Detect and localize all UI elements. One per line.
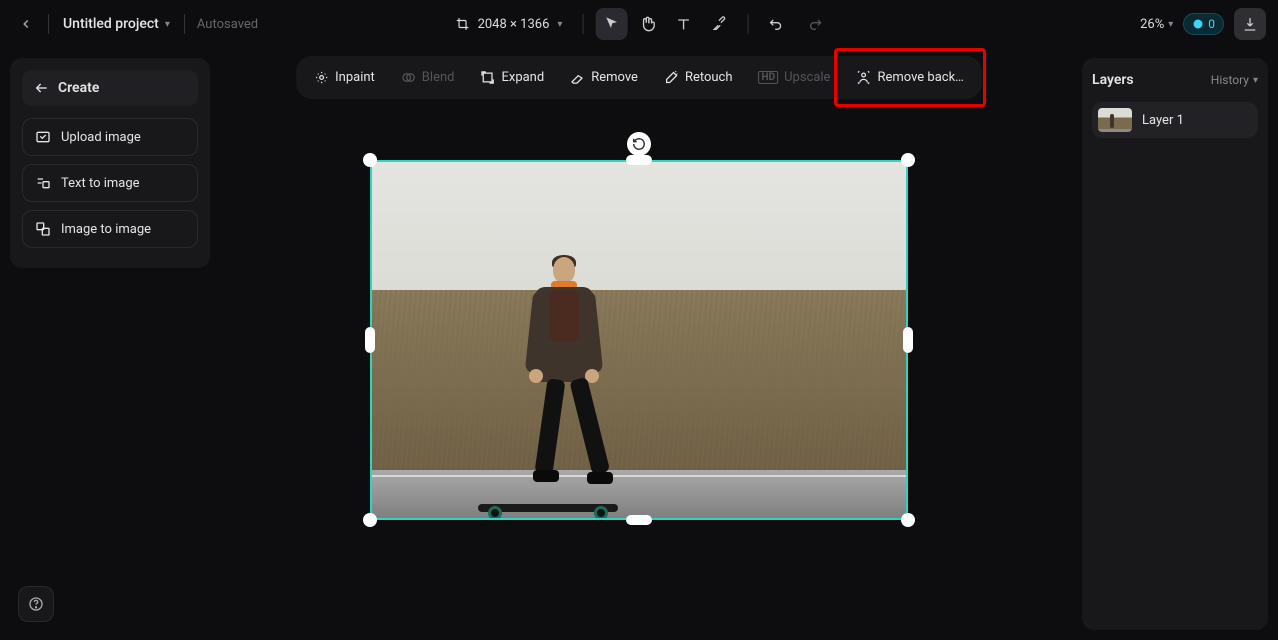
chevron-down-icon: ▾ xyxy=(1253,75,1258,86)
canvas-dimensions[interactable]: 2048 × 1366 ▾ xyxy=(448,13,571,36)
download-button[interactable] xyxy=(1234,8,1266,40)
help-icon xyxy=(28,596,44,612)
top-bar: Untitled project ▾ Autosaved 2048 × 1366… xyxy=(0,0,1278,48)
topbar-right: 26% ▾ 0 xyxy=(1140,8,1266,40)
upload-image-button[interactable]: Upload image xyxy=(22,118,198,156)
rotate-icon xyxy=(632,137,646,151)
credits-count: 0 xyxy=(1208,17,1215,31)
download-icon xyxy=(1242,16,1258,32)
zoom-value: 26% xyxy=(1140,17,1164,32)
remove-bg-icon xyxy=(856,70,871,85)
text-tool[interactable] xyxy=(667,8,699,40)
canvas-selection[interactable] xyxy=(370,160,908,520)
inpaint-icon xyxy=(314,70,329,85)
eyedropper-tool[interactable] xyxy=(703,8,735,40)
resize-handle-left[interactable] xyxy=(365,327,375,353)
project-name[interactable]: Untitled project ▾ xyxy=(57,12,176,36)
resize-handle-br[interactable] xyxy=(901,513,915,527)
canvas-image xyxy=(370,160,908,520)
upscale-label: Upscale xyxy=(784,70,830,85)
layers-panel: Layers History ▾ Layer 1 xyxy=(1082,58,1268,630)
back-button[interactable] xyxy=(12,10,40,38)
layer-item[interactable]: Layer 1 xyxy=(1092,102,1258,138)
credits-badge[interactable]: 0 xyxy=(1183,13,1224,35)
resize-handle-tl[interactable] xyxy=(363,153,377,167)
divider xyxy=(48,14,49,34)
pointer-icon xyxy=(603,16,619,32)
resize-handle-bottom[interactable] xyxy=(626,515,652,525)
retouch-icon xyxy=(664,70,679,85)
topbar-center-tools: 2048 × 1366 ▾ xyxy=(448,8,831,40)
layer-name: Layer 1 xyxy=(1142,113,1184,128)
pointer-tool[interactable] xyxy=(595,8,627,40)
upload-icon xyxy=(35,129,51,145)
resize-handle-bl[interactable] xyxy=(363,513,377,527)
expand-label: Expand xyxy=(501,70,544,85)
blend-label: Blend xyxy=(422,70,455,85)
hand-tool[interactable] xyxy=(631,8,663,40)
resize-handle-tr[interactable] xyxy=(901,153,915,167)
hd-icon: HD xyxy=(759,71,779,84)
text-to-image-button[interactable]: Text to image xyxy=(22,164,198,202)
redo-icon xyxy=(806,16,822,32)
layer-thumbnail xyxy=(1098,108,1132,132)
remove-background-button[interactable]: Remove back… xyxy=(844,62,975,93)
resize-handle-top[interactable] xyxy=(626,155,652,165)
resize-handle-right[interactable] xyxy=(903,327,913,353)
create-button[interactable]: Create xyxy=(22,70,198,106)
remove-bg-label: Remove back… xyxy=(877,70,963,85)
retouch-label: Retouch xyxy=(685,70,733,85)
image-to-image-icon xyxy=(35,221,51,237)
inpaint-label: Inpaint xyxy=(335,70,375,85)
autosaved-label: Autosaved xyxy=(197,17,258,32)
help-button[interactable] xyxy=(18,586,54,622)
blend-icon xyxy=(401,70,416,85)
remove-label: Remove xyxy=(591,70,638,85)
create-panel: Create Upload image Text to image Image … xyxy=(10,58,210,268)
text-to-image-icon xyxy=(35,175,51,191)
expand-icon xyxy=(480,70,495,85)
remove-button[interactable]: Remove xyxy=(558,62,650,93)
chevron-down-icon: ▾ xyxy=(165,19,170,30)
layers-title: Layers xyxy=(1092,72,1134,88)
image-to-image-button[interactable]: Image to image xyxy=(22,210,198,248)
chevron-down-icon: ▾ xyxy=(557,19,562,30)
hand-icon xyxy=(639,16,655,32)
blend-button: Blend xyxy=(389,62,467,93)
text-icon xyxy=(675,16,691,32)
inpaint-button[interactable]: Inpaint xyxy=(302,62,387,93)
undo-button[interactable] xyxy=(760,8,792,40)
history-tab[interactable]: History ▾ xyxy=(1211,73,1258,87)
project-name-text: Untitled project xyxy=(63,16,159,32)
divider xyxy=(184,14,185,34)
crop-icon xyxy=(456,17,470,31)
text-to-image-label: Text to image xyxy=(61,176,140,191)
history-label: History xyxy=(1211,73,1249,87)
chevron-down-icon: ▾ xyxy=(1168,19,1173,30)
chevron-left-icon xyxy=(19,17,33,31)
divider xyxy=(582,14,583,34)
eraser-icon xyxy=(570,70,585,85)
arrow-left-icon xyxy=(34,80,50,96)
undo-icon xyxy=(768,16,784,32)
action-toolbar: Inpaint Blend Expand Remove Retouch HD U… xyxy=(296,56,982,99)
divider xyxy=(747,14,748,34)
image-to-image-label: Image to image xyxy=(61,222,151,237)
expand-button[interactable]: Expand xyxy=(468,62,556,93)
eyedropper-icon xyxy=(711,16,727,32)
retouch-button[interactable]: Retouch xyxy=(652,62,745,93)
dimensions-text: 2048 × 1366 xyxy=(478,17,550,32)
create-label: Create xyxy=(58,80,99,96)
upload-image-label: Upload image xyxy=(61,130,141,145)
zoom-control[interactable]: 26% ▾ xyxy=(1140,17,1173,32)
rotate-handle[interactable] xyxy=(627,132,651,156)
credit-icon xyxy=(1192,18,1204,30)
upscale-button: HD Upscale xyxy=(747,62,843,93)
redo-button[interactable] xyxy=(798,8,830,40)
